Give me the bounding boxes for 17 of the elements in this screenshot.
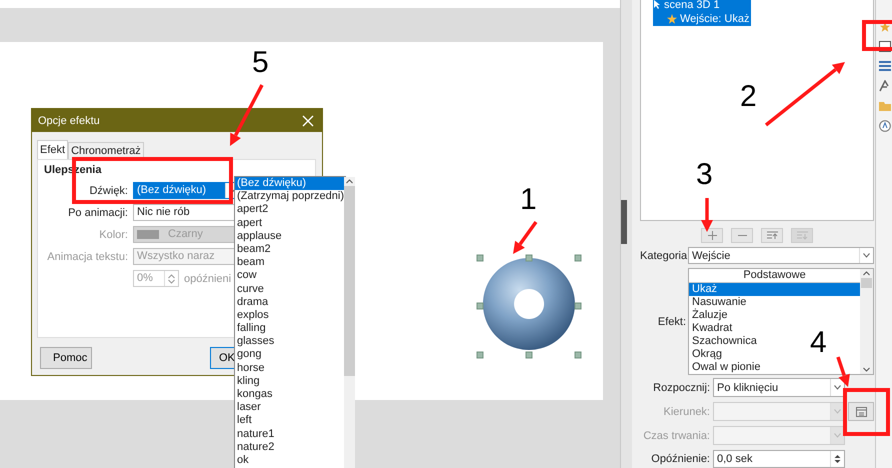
field-label: opóźnieni — [184, 272, 232, 284]
field-label: Kierunek: — [662, 406, 710, 418]
field-label: Efekt: — [656, 316, 686, 328]
annotation-number: 2 — [740, 82, 757, 112]
field-label: Opóźnienie: — [650, 453, 710, 465]
field-label: Po animacji: — [67, 206, 128, 218]
annotation-number: 3 — [696, 160, 713, 190]
field-label: Kategoria: — [640, 250, 686, 262]
field-label: Czas trwania: — [642, 430, 710, 442]
field-label: Dźwięk: — [88, 184, 128, 196]
dialog-title: Opcje efektu — [38, 114, 100, 126]
annotation-number: 1 — [520, 185, 537, 215]
annotation-number: 5 — [252, 48, 269, 78]
field-label: Kolor: — [98, 228, 128, 240]
annotation-number: 4 — [810, 328, 827, 358]
field-label: Rozpocznij: — [652, 382, 710, 394]
field-label: Animacja tekstu: — [46, 250, 128, 262]
